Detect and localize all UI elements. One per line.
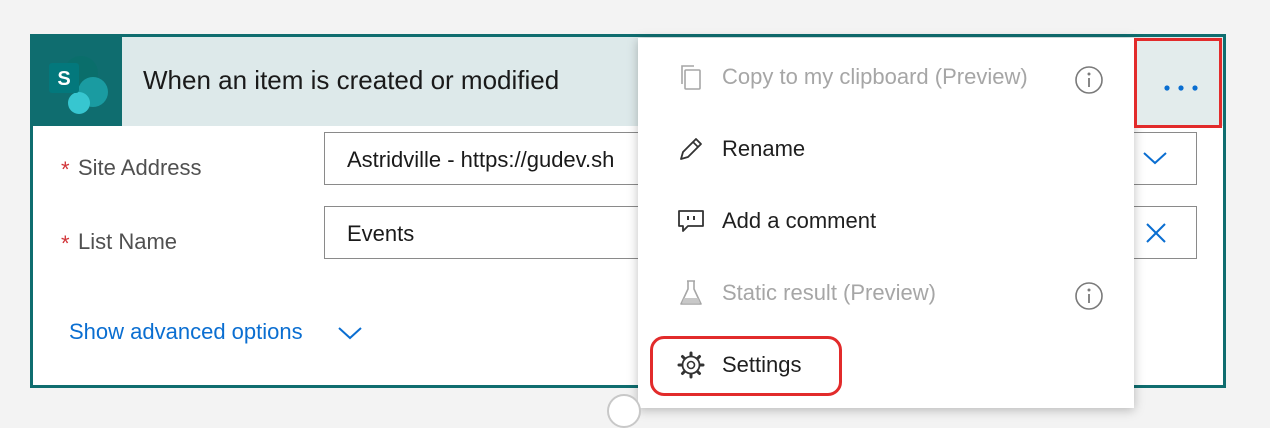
required-asterisk: * <box>61 157 70 182</box>
flask-icon <box>676 278 706 308</box>
add-step-connector[interactable] <box>607 394 641 428</box>
menu-item-label: Add a comment <box>722 208 877 233</box>
menu-item-copy-to-clipboard[interactable]: Copy to my clipboard (Preview) <box>638 45 1134 105</box>
more-options-button[interactable] <box>1134 38 1222 128</box>
required-asterisk: * <box>61 231 70 256</box>
menu-item-label: Settings <box>722 352 802 377</box>
show-advanced-options-link[interactable]: Show advanced options <box>69 319 303 345</box>
chevron-down-icon[interactable] <box>337 325 363 346</box>
list-name-label: List Name <box>78 229 178 254</box>
svg-text:S: S <box>57 68 70 90</box>
menu-item-add-comment[interactable]: Add a comment <box>638 189 1134 249</box>
gear-icon <box>676 350 706 380</box>
menu-item-settings[interactable]: Settings <box>638 333 1134 393</box>
list-name-value: Events <box>347 221 415 246</box>
menu-item-label: Rename <box>722 136 806 161</box>
comment-icon <box>676 206 706 236</box>
pencil-icon <box>676 134 706 164</box>
trigger-title: When an item is created or modified <box>143 65 560 95</box>
ellipsis-icon <box>1163 79 1199 97</box>
info-icon[interactable] <box>1074 65 1104 100</box>
site-address-value: Astridville - https://gudev.sh <box>347 147 615 172</box>
chevron-down-icon[interactable] <box>1142 147 1168 172</box>
menu-item-label: Copy to my clipboard (Preview) <box>722 64 1028 89</box>
clear-icon[interactable] <box>1144 221 1168 250</box>
info-icon[interactable] <box>1074 281 1104 316</box>
menu-item-label: Static result (Preview) <box>722 280 936 305</box>
copy-icon <box>676 62 706 92</box>
menu-item-static-result[interactable]: Static result (Preview) <box>638 261 1134 321</box>
menu-item-rename[interactable]: Rename <box>638 117 1134 177</box>
action-context-menu: Copy to my clipboard (Preview) Rename Ad… <box>638 38 1134 408</box>
sharepoint-icon: S <box>33 37 122 126</box>
site-address-label: Site Address <box>78 155 202 180</box>
